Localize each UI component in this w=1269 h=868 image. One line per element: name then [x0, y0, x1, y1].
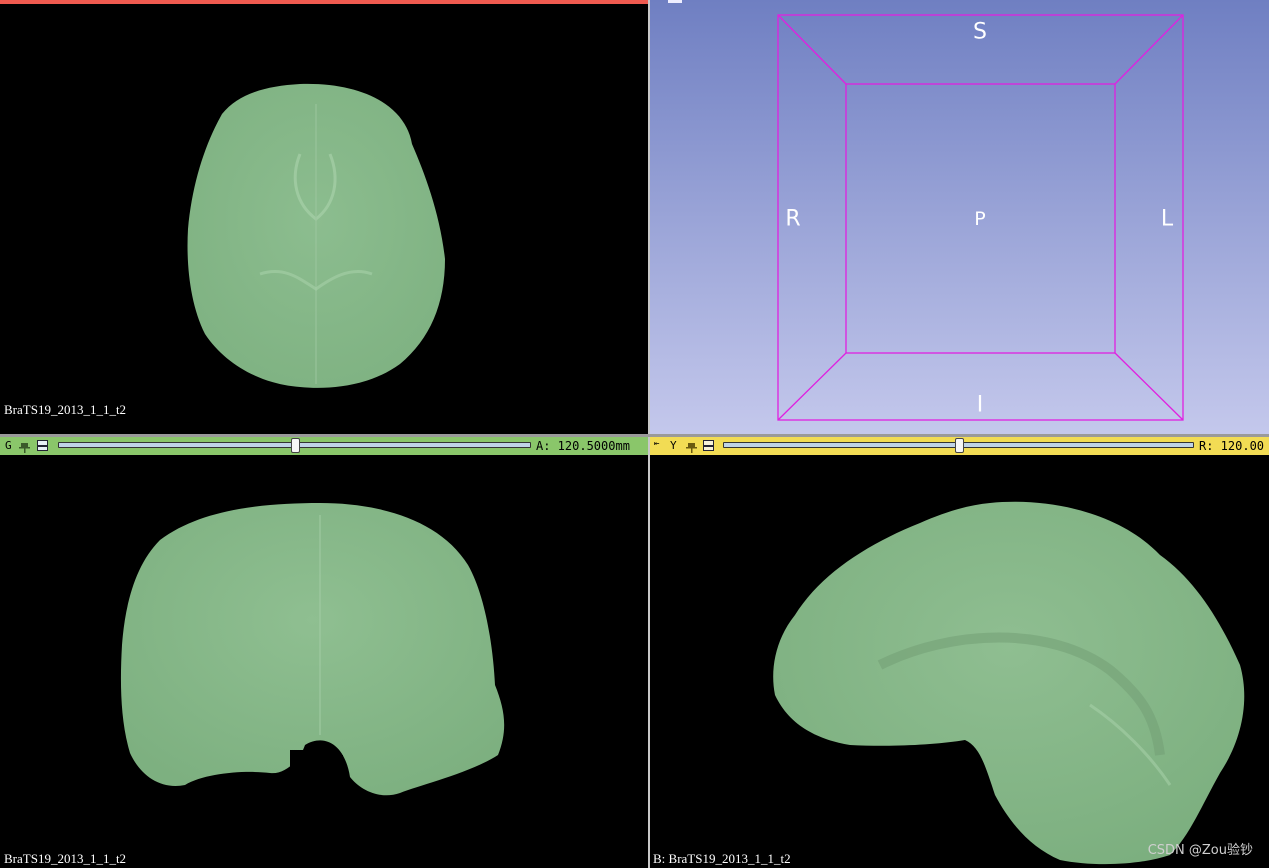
red-axial-view[interactable]: BraTS19_2013_1_1_t2 [0, 4, 648, 434]
sagittal-brain-image [773, 501, 1245, 865]
bounding-box-outline [777, 14, 1184, 421]
watermark-text: CSDN @Zou验钞 [1147, 843, 1253, 858]
orientation-label-right: R [785, 206, 801, 232]
green-slice-offset-value[interactable]: A: 120.5000mm [536, 439, 630, 453]
green-slice-slider-handle[interactable] [291, 438, 300, 453]
pin-icon[interactable] [686, 440, 697, 453]
yellow-slice-offset-value[interactable]: R: 120.00 [1199, 439, 1264, 453]
yellow-view-pin-arrow[interactable]: ⇤ [654, 439, 659, 449]
green-coronal-view[interactable]: BraTS19_2013_1_1_t2 [0, 455, 648, 868]
red-view-volume-label: BraTS19_2013_1_1_t2 [4, 402, 127, 417]
yellow-view-volume-label: B: BraTS19_2013_1_1_t2 [653, 851, 791, 866]
maximize-view-icon[interactable] [703, 440, 714, 451]
coronal-brain-image [120, 503, 505, 796]
green-view-volume-label: BraTS19_2013_1_1_t2 [4, 851, 127, 866]
axial-brain-image [187, 83, 445, 388]
maximize-view-icon[interactable] [37, 440, 48, 451]
green-slice-controller-bar: G A: 120.5000mm [0, 437, 648, 455]
orientation-label-inferior: I [976, 392, 984, 418]
yellow-slice-slider-handle[interactable] [955, 438, 964, 453]
green-view-letter: G [5, 439, 12, 452]
orientation-label-left: L [1160, 206, 1174, 232]
orientation-label-posterior: P [974, 208, 986, 230]
three-d-view[interactable]: S I R L P [650, 0, 1269, 434]
yellow-view-letter: Y [670, 439, 677, 452]
pin-icon[interactable] [19, 440, 30, 453]
orientation-label-superior: S [973, 19, 987, 45]
yellow-slice-controller-bar: ⇤ Y R: 120.00 [650, 437, 1269, 455]
yellow-sagittal-view[interactable]: B: BraTS19_2013_1_1_t2 [650, 455, 1269, 868]
